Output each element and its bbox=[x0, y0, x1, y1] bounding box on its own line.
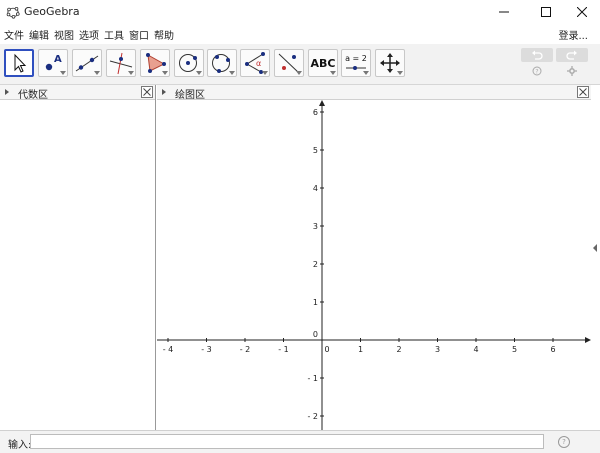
point-label: A bbox=[54, 54, 62, 65]
redo-button[interactable] bbox=[556, 48, 588, 62]
x-tick-label: - 2 bbox=[240, 345, 251, 354]
y-tick-label: 3 bbox=[313, 222, 318, 231]
chevron-down-icon bbox=[330, 71, 336, 75]
close-icon bbox=[143, 88, 151, 96]
input-help-icon[interactable]: ? bbox=[558, 436, 570, 448]
input-field[interactable] bbox=[30, 434, 544, 449]
help-icon[interactable]: ? bbox=[532, 66, 542, 76]
close-algebra-view-button[interactable] bbox=[141, 86, 153, 98]
y-tick-label: 4 bbox=[313, 184, 318, 193]
minimize-icon bbox=[499, 11, 509, 13]
geogebra-logo-icon bbox=[6, 7, 20, 19]
tool-move[interactable] bbox=[4, 49, 34, 77]
side-panel-arrow-icon[interactable] bbox=[593, 244, 597, 252]
chevron-down-icon bbox=[60, 71, 66, 75]
tool-perpendicular-line[interactable] bbox=[106, 49, 136, 77]
maximize-button[interactable] bbox=[530, 0, 562, 24]
graphics-view-header: 绘图区 bbox=[157, 85, 591, 101]
chevron-down-icon bbox=[196, 71, 202, 75]
redo-icon bbox=[566, 50, 577, 60]
x-tick-label: 0 bbox=[324, 345, 329, 354]
tool-line[interactable] bbox=[72, 49, 102, 77]
tool-circle[interactable] bbox=[174, 49, 204, 77]
tool-angle[interactable]: α bbox=[240, 49, 270, 77]
x-tick-label: - 4 bbox=[163, 345, 174, 354]
tool-text[interactable]: ABC bbox=[308, 49, 338, 77]
expand-arrow-icon[interactable] bbox=[5, 89, 9, 95]
svg-text:?: ? bbox=[535, 69, 538, 76]
tool-move-graphics[interactable] bbox=[375, 49, 405, 77]
y-tick-label: 5 bbox=[313, 146, 318, 155]
x-tick-label: 4 bbox=[473, 345, 478, 354]
chevron-down-icon bbox=[363, 71, 369, 75]
menu-options[interactable]: 选项 bbox=[79, 27, 99, 42]
gear-icon[interactable] bbox=[567, 66, 577, 76]
menu-help[interactable]: 帮助 bbox=[154, 27, 174, 42]
algebra-view: 代数区 bbox=[0, 85, 156, 430]
y-tick-label: 6 bbox=[313, 108, 318, 117]
menu-view[interactable]: 视图 bbox=[54, 27, 74, 42]
undo-icon bbox=[532, 50, 543, 60]
angle-label: α bbox=[256, 59, 261, 68]
chevron-down-icon bbox=[162, 71, 168, 75]
tool-slider[interactable]: a = 2 bbox=[341, 49, 371, 77]
chevron-down-icon bbox=[262, 71, 268, 75]
menu-file[interactable]: 文件 bbox=[4, 27, 24, 42]
menu-edit[interactable]: 编辑 bbox=[29, 27, 49, 42]
y-tick-label: - 1 bbox=[307, 374, 318, 383]
input-bar: 输入: ? bbox=[0, 430, 600, 453]
y-tick-label: 1 bbox=[313, 298, 318, 307]
minimize-button[interactable] bbox=[488, 0, 520, 24]
chevron-down-icon bbox=[128, 71, 134, 75]
graphics-view-title: 绘图区 bbox=[175, 90, 205, 101]
coordinate-axes: - 4 - 3 - 2 - 1 0 1 2 3 4 5 6 6 5 4 3 2 1 0 - 1 - 2 bbox=[157, 100, 591, 430]
close-button[interactable] bbox=[566, 0, 598, 24]
x-tick-label: 3 bbox=[435, 345, 440, 354]
text-icon: ABC bbox=[310, 57, 336, 70]
algebra-view-header: 代数区 bbox=[0, 85, 155, 101]
toolbar: A α ABC a = 2 ? bbox=[0, 44, 600, 85]
close-icon bbox=[579, 88, 587, 96]
close-icon bbox=[577, 7, 587, 17]
tool-polygon[interactable] bbox=[140, 49, 170, 77]
chevron-down-icon bbox=[397, 71, 403, 75]
menu-window[interactable]: 窗口 bbox=[129, 27, 149, 42]
window-title: GeoGebra bbox=[24, 5, 80, 18]
title-bar: GeoGebra bbox=[0, 0, 600, 24]
y-tick-label: - 2 bbox=[307, 412, 318, 421]
y-tick-label: 0 bbox=[313, 330, 318, 339]
slider-label: a = 2 bbox=[345, 54, 367, 63]
move-arrow-icon bbox=[14, 53, 27, 73]
graphics-view[interactable]: 绘图区 - 4 - 3 - 2 - 1 0 1 2 3 4 5 6 6 5 4 3 2 1 0 - 1 - 2 bbox=[157, 85, 591, 430]
tool-reflect[interactable] bbox=[274, 49, 304, 77]
menu-bar: 文件 编辑 视图 选项 工具 窗口 帮助 登录... bbox=[0, 25, 600, 43]
y-axis-arrow-icon bbox=[319, 100, 325, 106]
x-tick-label: - 3 bbox=[201, 345, 212, 354]
chevron-down-icon bbox=[229, 71, 235, 75]
menu-tools[interactable]: 工具 bbox=[104, 27, 124, 42]
x-tick-label: 5 bbox=[512, 345, 517, 354]
chevron-down-icon bbox=[296, 71, 302, 75]
x-axis-arrow-icon bbox=[585, 337, 591, 343]
x-tick-label: 6 bbox=[550, 345, 555, 354]
chevron-down-icon bbox=[94, 71, 100, 75]
y-tick-label: 2 bbox=[313, 260, 318, 269]
x-tick-label: - 1 bbox=[278, 345, 289, 354]
x-tick-label: 2 bbox=[396, 345, 401, 354]
undo-button[interactable] bbox=[521, 48, 553, 62]
expand-arrow-icon[interactable] bbox=[162, 89, 166, 95]
login-link[interactable]: 登录... bbox=[558, 27, 588, 42]
close-graphics-view-button[interactable] bbox=[577, 86, 589, 98]
tool-point[interactable]: A bbox=[38, 49, 68, 77]
x-tick-label: 1 bbox=[358, 345, 363, 354]
algebra-view-title: 代数区 bbox=[18, 90, 48, 101]
input-label: 输入: bbox=[8, 440, 32, 451]
maximize-icon bbox=[541, 7, 551, 17]
tool-circle-three-points[interactable] bbox=[207, 49, 237, 77]
